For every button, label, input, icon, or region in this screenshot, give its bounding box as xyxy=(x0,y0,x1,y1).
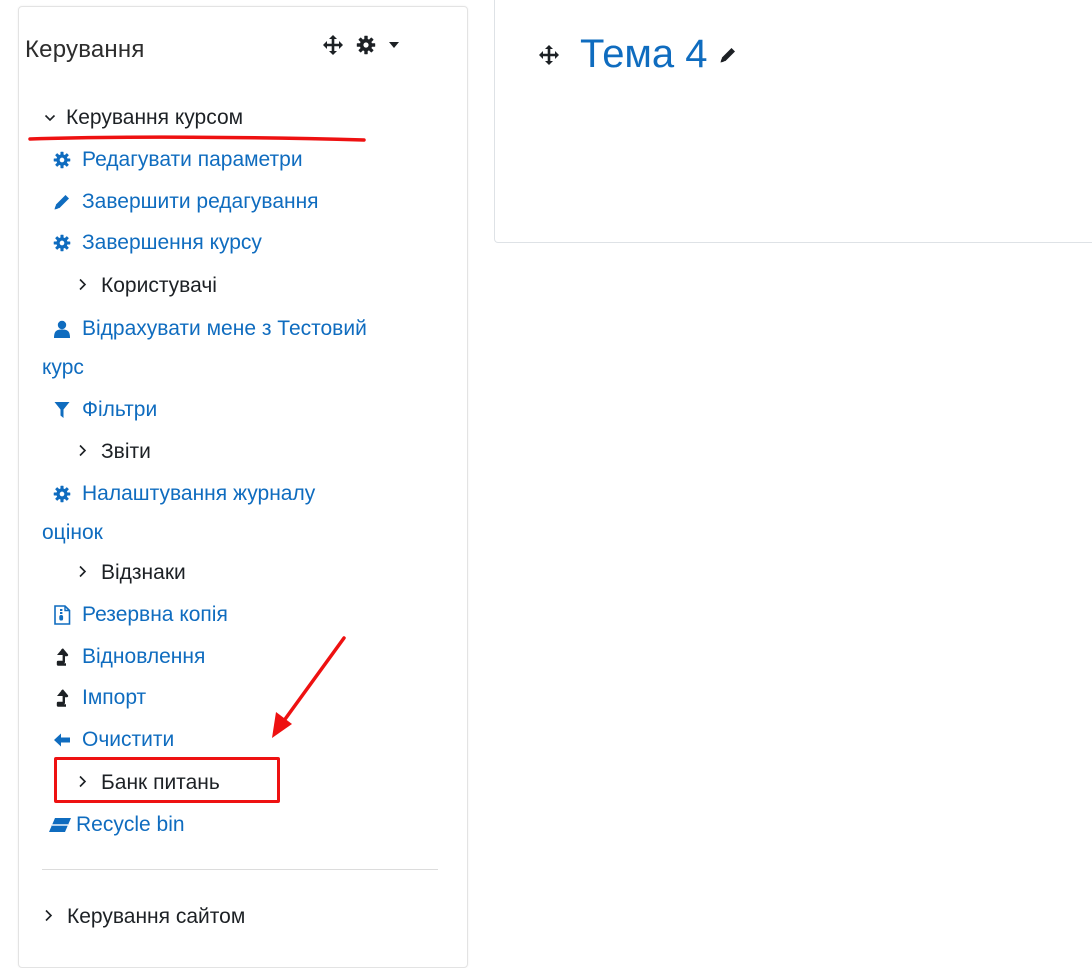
menu-item-label: Фільтри xyxy=(82,398,158,421)
menu-branch-users[interactable]: Користувачі xyxy=(78,265,217,306)
menu-item-filters[interactable]: Фільтри xyxy=(52,389,157,430)
topic-header: Тема 4 xyxy=(538,32,738,77)
course-admin-label: Керування курсом xyxy=(66,106,244,129)
menu-item-label-continued: оцінок xyxy=(42,521,103,544)
menu-branch-badges[interactable]: Відзнаки xyxy=(78,552,186,593)
course-admin-toggle[interactable]: Керування курсом xyxy=(44,97,243,138)
menu-item-label-continued: курс xyxy=(42,356,84,379)
move-icon[interactable] xyxy=(538,44,560,66)
upload-arrow-icon xyxy=(52,647,72,667)
menu-item-restore[interactable]: Відновлення xyxy=(52,636,205,677)
menu-item-unenrol-wrap[interactable]: курс xyxy=(42,347,84,388)
menu-item-recycle-bin[interactable]: Recycle bin xyxy=(48,804,185,845)
pencil-icon[interactable] xyxy=(718,45,738,65)
topic-title[interactable]: Тема 4 xyxy=(580,32,708,77)
filter-icon xyxy=(52,400,72,420)
pencil-icon xyxy=(52,192,72,212)
gear-icon xyxy=(52,484,72,504)
block-title: Керування xyxy=(25,36,145,63)
menu-item-unenrol[interactable]: Відрахувати мене з Тестовий xyxy=(52,308,367,349)
menu-branch-reports[interactable]: Звіти xyxy=(78,431,151,472)
menu-item-backup[interactable]: Резервна копія xyxy=(52,594,228,635)
menu-item-label: Налаштування журналу xyxy=(82,482,316,505)
menu-item-label: Резервна копія xyxy=(82,603,228,626)
menu-item-label: Завершити редагування xyxy=(82,190,319,213)
gear-icon xyxy=(52,233,72,253)
site-admin-toggle[interactable]: Керування сайтом xyxy=(44,896,245,937)
menu-item-gradebook-setup[interactable]: Налаштування журналу xyxy=(52,473,315,514)
menu-item-label: Завершення курсу xyxy=(82,231,262,254)
move-icon[interactable] xyxy=(322,34,344,56)
menu-item-label: Відрахувати мене з Тестовий xyxy=(82,317,367,340)
section-divider xyxy=(42,869,438,870)
chevron-right-icon xyxy=(78,552,87,593)
gear-menu-icon[interactable] xyxy=(356,35,376,55)
user-icon xyxy=(52,319,72,339)
menu-item-label: Імпорт xyxy=(82,686,147,709)
block-actions xyxy=(322,34,400,56)
upload-arrow-icon xyxy=(52,688,72,708)
backup-file-icon xyxy=(52,604,72,625)
chevron-down-icon xyxy=(44,97,56,138)
menu-item-label: Очистити xyxy=(82,728,175,751)
menu-item-turn-editing-off[interactable]: Завершити редагування xyxy=(52,181,319,222)
gear-icon xyxy=(52,150,72,170)
menu-item-label: Звіти xyxy=(101,440,151,463)
chevron-right-icon xyxy=(78,265,87,306)
chevron-right-icon xyxy=(78,431,87,472)
menu-item-reset[interactable]: Очистити xyxy=(52,719,174,760)
menu-item-label: Відзнаки xyxy=(101,561,186,584)
highlight-box-annotation xyxy=(54,757,280,803)
chevron-right-icon xyxy=(44,896,53,937)
menu-item-label: Користувачі xyxy=(101,274,217,297)
eraser-icon xyxy=(48,815,72,835)
menu-item-label: Редагувати параметри xyxy=(82,148,303,171)
menu-item-gradebook-wrap[interactable]: оцінок xyxy=(42,512,103,553)
menu-item-import[interactable]: Імпорт xyxy=(52,677,146,718)
menu-item-label: Відновлення xyxy=(82,645,206,668)
caret-down-icon[interactable] xyxy=(388,41,400,49)
menu-item-edit-settings[interactable]: Редагувати параметри xyxy=(52,139,303,180)
site-admin-label: Керування сайтом xyxy=(67,905,246,928)
menu-item-label: Recycle bin xyxy=(76,813,185,836)
menu-item-course-completion[interactable]: Завершення курсу xyxy=(52,222,262,263)
arrow-left-icon xyxy=(52,730,72,750)
